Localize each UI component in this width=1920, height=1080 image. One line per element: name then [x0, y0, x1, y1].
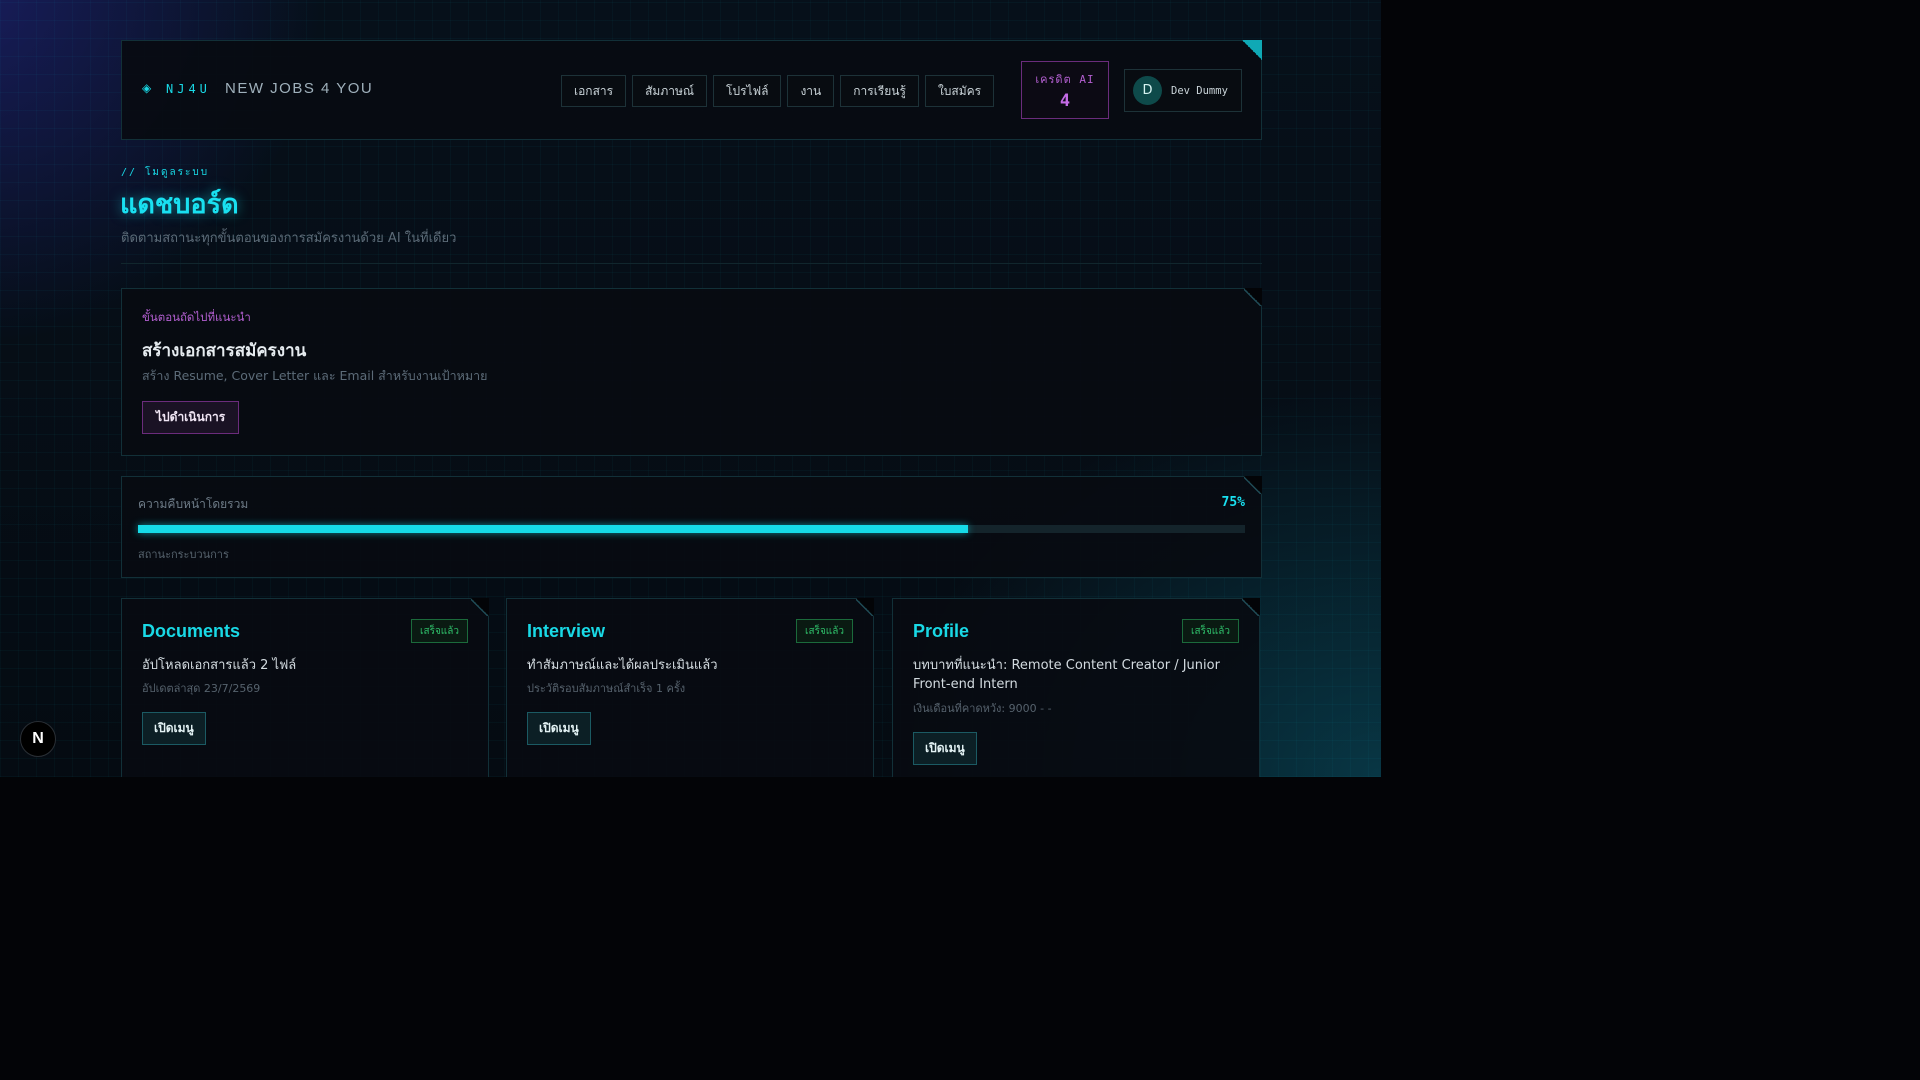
nav-applications[interactable]: ใบสมัคร — [924, 75, 995, 107]
open-menu-button[interactable]: เปิดเมนู — [527, 712, 591, 745]
top-header: ◈ NJ4U NEW JOBS 4 YOU เอกสาร สัมภาษณ์ โป… — [121, 40, 1262, 140]
breadcrumb: // โมดูลระบบ — [121, 167, 210, 178]
header-corner-accent — [1242, 40, 1262, 60]
module-meta: ประวัติรอบสัมภาษณ์สำเร็จ 1 ครั้ง — [527, 682, 686, 695]
nav-profile[interactable]: โปรไฟล์ — [713, 75, 782, 107]
progress-bar — [138, 525, 1245, 533]
module-summary: อัปโหลดเอกสารแล้ว 2 ไฟล์ — [142, 658, 297, 673]
avatar: D — [1133, 76, 1162, 105]
module-title: Documents — [142, 621, 241, 641]
open-menu-button[interactable]: เปิดเมนู — [142, 712, 206, 745]
status-badge: เสร็จแล้ว — [1182, 619, 1239, 643]
ai-credit-box: เครดิต AI 4 — [1021, 61, 1109, 119]
module-title: Profile — [913, 621, 970, 641]
user-menu-button[interactable]: D Dev Dummy — [1124, 69, 1242, 112]
module-meta: เงินเดือนที่คาดหวัง: 9000 - - — [913, 702, 1052, 715]
nav-interview[interactable]: สัมภาษณ์ — [632, 75, 708, 107]
go-action-button[interactable]: ไปดำเนินการ — [142, 401, 240, 434]
page-subtitle: ติดตามสถานะทุกขั้นตอนของการสมัครงานด้วย … — [121, 231, 457, 246]
page-title: แดชบอร์ด — [120, 189, 239, 220]
overall-progress-card: ความคืบหน้าโดยรวม 75% สถานะกระบวนการ — [121, 476, 1262, 578]
module-summary: ทำสัมภาษณ์และได้ผลประเมินแล้ว — [527, 658, 718, 673]
next-step-title: สร้างเอกสารสมัครงาน — [142, 341, 307, 361]
section-divider — [121, 263, 1262, 264]
status-badge: เสร็จแล้ว — [411, 619, 468, 643]
progress-percent: 75% — [1221, 495, 1245, 510]
nav-jobs[interactable]: งาน — [787, 75, 835, 107]
module-card-documents: Documents เสร็จแล้ว อัปโหลดเอกสารแล้ว 2 … — [121, 598, 489, 777]
next-step-description: สร้าง Resume, Cover Letter และ Email สำห… — [142, 368, 488, 383]
status-badge: เสร็จแล้ว — [796, 619, 853, 643]
next-step-kicker: ขั้นตอนถัดไปที่แนะนำ — [142, 310, 251, 324]
ai-credit-value: 4 — [1059, 91, 1071, 111]
next-step-card: ขั้นตอนถัดไปที่แนะนำ สร้างเอกสารสมัครงาน… — [121, 288, 1262, 456]
ai-credit-label: เครดิต AI — [1035, 73, 1095, 86]
brand-code[interactable]: NJ4U — [166, 82, 211, 96]
user-name: Dev Dummy — [1171, 84, 1228, 97]
module-card-profile: Profile เสร็จแล้ว บทบาทที่แนะนำ: Remote … — [892, 598, 1260, 777]
module-summary: บทบาทที่แนะนำ: Remote Content Creator / … — [913, 658, 1220, 692]
progress-status: สถานะกระบวนการ — [138, 548, 229, 561]
app-viewport: ◈ NJ4U NEW JOBS 4 YOU เอกสาร สัมภาษณ์ โป… — [0, 0, 1381, 777]
main-nav: เอกสาร สัมภาษณ์ โปรไฟล์ งาน การเรียนรู้ … — [561, 75, 995, 107]
nav-documents[interactable]: เอกสาร — [561, 75, 627, 107]
open-menu-button[interactable]: เปิดเมนู — [913, 732, 977, 765]
progress-bar-fill — [138, 525, 969, 533]
module-title: Interview — [527, 621, 606, 641]
module-meta: อัปเดตล่าสุด 23/7/2569 — [142, 682, 261, 695]
nav-learning[interactable]: การเรียนรู้ — [840, 75, 919, 107]
nextjs-dev-badge[interactable]: N — [20, 721, 56, 757]
brand-diamond-icon: ◈ — [142, 81, 152, 95]
brand-name[interactable]: NEW JOBS 4 YOU — [225, 80, 373, 97]
progress-label: ความคืบหน้าโดยรวม — [138, 497, 249, 511]
module-card-interview: Interview เสร็จแล้ว ทำสัมภาษณ์และได้ผลปร… — [506, 598, 874, 777]
